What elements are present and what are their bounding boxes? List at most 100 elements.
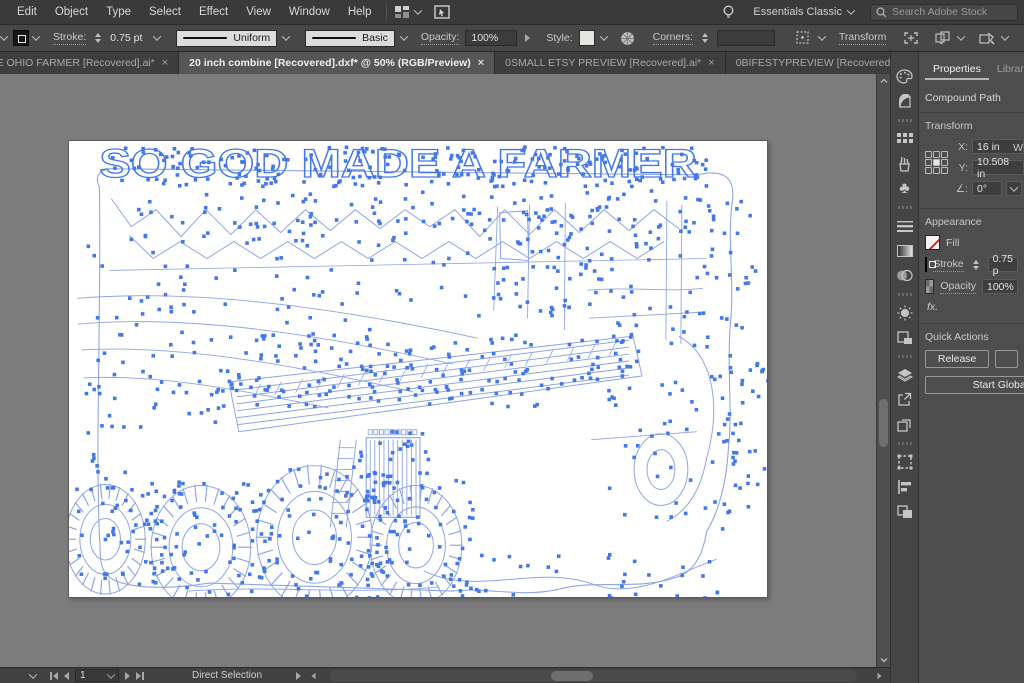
opacity-label[interactable]: Opacity:	[421, 31, 460, 45]
graphic-styles-panel-icon[interactable]	[893, 325, 917, 350]
gradient-panel-icon[interactable]	[893, 238, 917, 263]
style-chevron-icon[interactable]	[599, 32, 607, 40]
panel-stroke-field[interactable]: 0.75 p	[988, 257, 1018, 272]
y-field[interactable]: 10.508 in	[972, 160, 1024, 175]
tab-libraries[interactable]: Libraries	[989, 60, 1024, 80]
menu-object[interactable]: Object	[46, 6, 97, 18]
next-artboard-button[interactable]	[125, 672, 130, 680]
width-profile-chevron-icon[interactable]	[282, 32, 290, 40]
stroke-color-swatch[interactable]	[925, 257, 927, 272]
panel-opacity-field[interactable]: 100%	[982, 279, 1018, 294]
dock-group-grip[interactable]	[898, 293, 912, 296]
tab-close-icon[interactable]: ×	[162, 57, 168, 69]
tab-close-icon[interactable]: ×	[478, 57, 484, 69]
rotation-angle-field[interactable]: 0°	[972, 181, 1002, 196]
tab-close-icon[interactable]: ×	[708, 57, 714, 69]
rotation-angle-dropdown[interactable]	[1006, 181, 1022, 196]
vertical-scrollbar[interactable]	[876, 74, 890, 667]
arrange-documents-icon[interactable]	[433, 3, 451, 21]
last-artboard-button[interactable]	[136, 672, 144, 680]
canvas-pasteboard[interactable]: SO GOD MADE A FARMER	[0, 74, 876, 667]
previous-artboard-button[interactable]	[64, 672, 69, 680]
menu-edit[interactable]: Edit	[8, 6, 46, 18]
artboard-number-field[interactable]: 1	[75, 669, 119, 682]
reference-point-locator[interactable]	[925, 151, 948, 202]
brushes-panel-icon[interactable]	[893, 151, 917, 176]
search-input[interactable]	[892, 6, 1010, 18]
adobe-stock-search[interactable]	[870, 4, 1018, 21]
fill-none-swatch[interactable]	[925, 235, 940, 250]
color-panel-icon[interactable]	[893, 64, 917, 89]
opacity-swatch-icon[interactable]	[925, 279, 934, 294]
stroke-label[interactable]: Stroke	[933, 258, 963, 272]
doc-tab-bifesty-preview[interactable]: 0BIFESTYPREVIEW [Recovered].ai* ×	[726, 52, 890, 74]
dock-group-grip[interactable]	[898, 355, 912, 358]
layers-panel-icon[interactable]	[893, 362, 917, 387]
menu-select[interactable]: Select	[140, 6, 190, 18]
tab-properties[interactable]: Properties	[925, 60, 989, 80]
start-global-edit-button[interactable]: Start Global E	[925, 376, 1024, 394]
workspace-layout-chevron-icon[interactable]	[414, 6, 422, 14]
lightbulb-icon[interactable]	[719, 3, 737, 21]
opacity-arrow-icon[interactable]	[525, 34, 530, 42]
appearance-panel-icon[interactable]	[893, 300, 917, 325]
style-swatch[interactable]	[579, 30, 595, 46]
hscroll-left-arrow-icon[interactable]	[312, 672, 316, 678]
live-paint-chevron-icon[interactable]	[1001, 32, 1009, 40]
hscroll-right-arrow-icon[interactable]	[878, 672, 882, 678]
brush-chevron-icon[interactable]	[400, 32, 408, 40]
dock-group-grip[interactable]	[898, 206, 912, 209]
vertical-scroll-thumb[interactable]	[879, 399, 888, 447]
shape-builder-chevron-icon[interactable]	[957, 32, 965, 40]
align-panel-icon[interactable]	[893, 474, 917, 499]
transparency-panel-icon[interactable]	[893, 263, 917, 288]
control-overflow-chevron-icon[interactable]	[0, 32, 8, 40]
stroke-weight-stepper[interactable]	[95, 33, 101, 43]
corners-stepper[interactable]	[702, 33, 708, 43]
corners-field[interactable]	[717, 30, 775, 46]
stroke-weight-value[interactable]: 0.75 pt	[110, 32, 160, 44]
transform-link[interactable]: Transform	[839, 31, 886, 45]
dock-group-grip[interactable]	[898, 119, 912, 122]
status-menu-arrow-icon[interactable]	[296, 672, 301, 680]
release-button[interactable]: Release	[925, 350, 989, 368]
first-artboard-button[interactable]	[50, 672, 58, 680]
free-transform-icon[interactable]	[902, 29, 920, 47]
artboard[interactable]: SO GOD MADE A FARMER	[68, 140, 768, 598]
isolate-chevron-icon[interactable]	[818, 32, 826, 40]
transform-panel-icon[interactable]	[893, 449, 917, 474]
width-profile-dropdown[interactable]: Uniform	[176, 30, 277, 47]
scroll-down-icon[interactable]	[880, 656, 888, 664]
dock-group-grip[interactable]	[898, 442, 912, 445]
color-guide-panel-icon[interactable]	[893, 89, 917, 114]
panel-stroke-stepper[interactable]	[973, 260, 979, 270]
live-paint-icon[interactable]	[978, 29, 996, 47]
horizontal-scroll-thumb[interactable]	[551, 671, 593, 681]
brush-dropdown[interactable]: Basic	[305, 30, 395, 47]
recolor-artwork-icon[interactable]	[619, 29, 637, 47]
stroke-weight-label[interactable]: Stroke:	[53, 31, 86, 45]
fx-button[interactable]: fx.	[927, 301, 1018, 313]
menu-type[interactable]: Type	[97, 6, 140, 18]
artboards-panel-icon[interactable]	[893, 412, 917, 437]
workspace-layout-icon[interactable]	[393, 3, 411, 21]
symbols-panel-icon[interactable]: ♣	[893, 176, 917, 201]
fill-stroke-indicator[interactable]	[13, 30, 39, 46]
horizontal-scrollbar[interactable]	[330, 670, 857, 682]
swatches-panel-icon[interactable]	[893, 126, 917, 151]
menu-effect[interactable]: Effect	[190, 6, 237, 18]
cropped-quick-action-button[interactable]	[995, 350, 1018, 368]
scroll-up-icon[interactable]	[880, 77, 888, 85]
menu-help[interactable]: Help	[339, 6, 381, 18]
doc-tab-small-etsy-preview[interactable]: 0SMALL ETSY PREVIEW [Recovered].ai* ×	[495, 52, 726, 74]
stroke-panel-icon[interactable]	[893, 213, 917, 238]
corners-label[interactable]: Corners:	[653, 31, 693, 45]
doc-tab-ohio-farmer[interactable]: ADE OHIO FARMER [Recovered].ai* ×	[0, 52, 179, 74]
workspace-switcher[interactable]: Essentials Classic	[747, 4, 860, 20]
shape-builder-icon[interactable]	[934, 29, 952, 47]
opacity-field[interactable]: 100%	[465, 30, 517, 46]
menu-view[interactable]: View	[237, 6, 280, 18]
zoom-level-dropdown[interactable]	[0, 673, 44, 679]
doc-tab-20-inch-combine[interactable]: 20 inch combine [Recovered].dxf* @ 50% (…	[179, 52, 495, 74]
menu-window[interactable]: Window	[280, 6, 339, 18]
